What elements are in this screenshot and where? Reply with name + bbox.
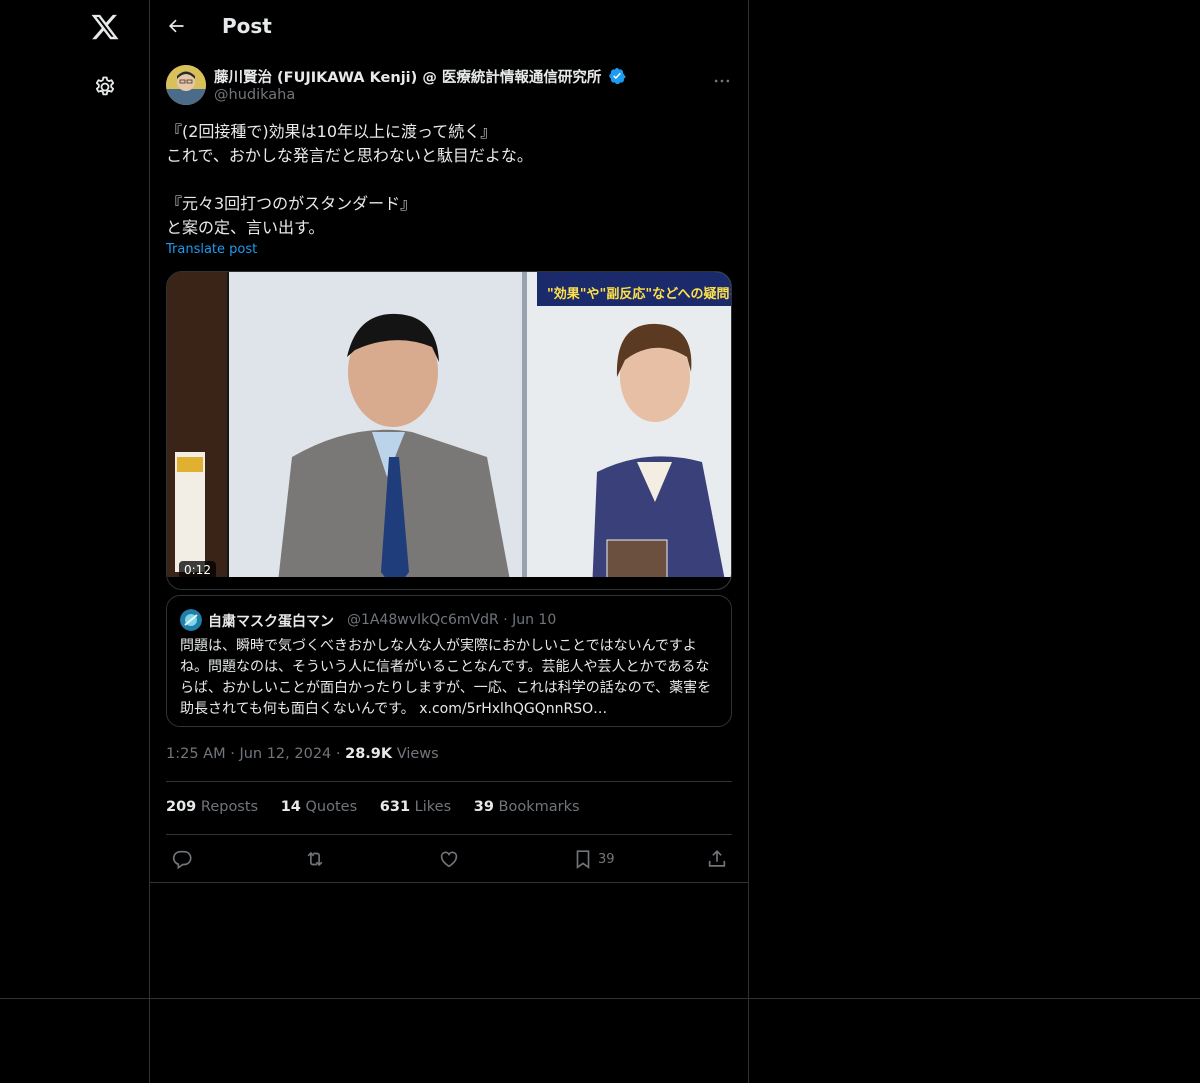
bookmarks-label: Bookmarks	[498, 799, 580, 815]
quote-author-name[interactable]: 自粛マスク蛋白マン	[208, 611, 334, 631]
post-text-line: と案の定、言い出す。	[166, 218, 325, 237]
quote-author-handle[interactable]: @1A48wvIkQc6mVdR	[347, 612, 499, 628]
share-icon[interactable]	[706, 848, 728, 870]
quoted-post[interactable]: 自粛マスク蛋白マン @1A48wvIkQc6mVdR · Jun 10 問題は、…	[166, 595, 732, 727]
quotes-count: 14	[280, 799, 301, 815]
quote-separator: ·	[503, 612, 513, 628]
reposts-label: Reposts	[200, 799, 259, 815]
top-bar: Post	[150, 0, 748, 53]
page-title: Post	[222, 14, 272, 38]
video-frame: "効果"や"副反応"などへの疑問を医師	[167, 272, 732, 589]
post-time[interactable]: 1:25 AM	[166, 746, 226, 762]
engagement-stats: 209 Reposts 14 Quotes 631 Likes 39 Bookm…	[166, 799, 598, 815]
likes-count: 631	[379, 799, 411, 815]
post-text-line	[166, 168, 732, 192]
views-label: Views	[396, 746, 439, 762]
author-handle[interactable]: @hudikaha	[214, 87, 295, 103]
likes-stat[interactable]: 631 Likes	[380, 799, 451, 815]
quote-date[interactable]: Jun 10	[512, 612, 556, 628]
post-date[interactable]: Jun 12, 2024	[239, 746, 331, 762]
bookmarks-stat[interactable]: 39 Bookmarks	[474, 799, 580, 815]
bookmarks-count: 39	[473, 799, 494, 815]
divider	[166, 834, 732, 835]
post-text-line: これで、おかしな発言だと思わないと駄目だよな。	[166, 146, 533, 165]
author-avatar[interactable]	[166, 65, 206, 105]
repost-icon[interactable]	[304, 848, 326, 870]
post-text-line: 『元々3回打つのがスタンダード』	[166, 194, 417, 213]
bottom-divider	[0, 998, 1200, 999]
post-video[interactable]: "効果"や"副反応"などへの疑問を医師 0:12	[166, 271, 732, 590]
bookmark-count: 39	[598, 852, 615, 867]
like-icon[interactable]	[438, 848, 460, 870]
gear-icon[interactable]	[93, 75, 117, 99]
video-duration: 0:12	[179, 561, 216, 579]
post-text: 『(2回接種で)効果は10年以上に渡って続く』 これで、おかしな発言だと思わない…	[166, 120, 732, 240]
more-icon[interactable]	[712, 71, 732, 91]
quotes-stat[interactable]: 14 Quotes	[281, 799, 357, 815]
translate-post-link[interactable]: Translate post	[166, 242, 257, 257]
video-caption-overlay: "効果"や"副反応"などへの疑問を医師	[547, 286, 732, 302]
reposts-stat[interactable]: 209 Reposts	[166, 799, 258, 815]
post-timestamp: 1:25 AM · Jun 12, 2024 · 28.9K Views	[166, 746, 439, 762]
quotes-label: Quotes	[305, 799, 358, 815]
author-name[interactable]: 藤川賢治 (FUJIKAWA Kenji) @ 医療統計情報通信研究所	[214, 66, 627, 87]
quote-text: 問題は、瞬時で気づくべきおかしな人な人が実際におかしいことではないんですよね。問…	[180, 638, 712, 717]
divider	[150, 882, 748, 883]
quote-meta: @1A48wvIkQc6mVdR · Jun 10	[347, 612, 556, 628]
verified-badge-icon	[609, 67, 627, 85]
divider	[166, 781, 732, 782]
reposts-count: 209	[166, 799, 197, 815]
author-name-text: 藤川賢治 (FUJIKAWA Kenji) @ 医療統計情報通信研究所	[214, 70, 602, 86]
bookmark-icon[interactable]	[572, 848, 594, 870]
reply-icon[interactable]	[171, 848, 193, 870]
post-text-line: 『(2回接種で)効果は10年以上に渡って続く』	[166, 122, 497, 141]
post-column: Post 藤川賢治 (FUJIKAWA Kenji) @ 医療統計情報通信研究所…	[150, 0, 749, 1083]
left-rail	[0, 0, 150, 1083]
quote-author-avatar[interactable]	[180, 609, 202, 631]
x-logo-icon[interactable]	[90, 12, 120, 42]
post-author: 藤川賢治 (FUJIKAWA Kenji) @ 医療統計情報通信研究所 @hud…	[166, 65, 732, 109]
likes-label: Likes	[414, 799, 452, 815]
back-arrow-icon[interactable]	[166, 16, 186, 36]
dot-separator: ·	[335, 746, 346, 762]
views-count: 28.9K	[345, 746, 393, 762]
action-bar: 39	[166, 846, 732, 872]
